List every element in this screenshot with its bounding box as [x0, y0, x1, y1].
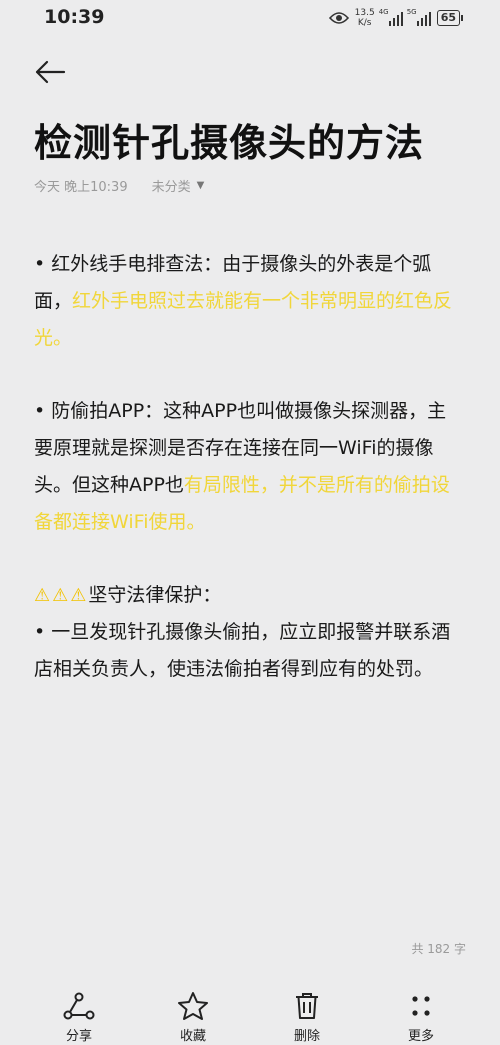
signal-4g-label: 4G [378, 8, 389, 16]
share-icon [63, 992, 95, 1020]
warning-icon: ⚠ [34, 585, 51, 606]
caret-down-icon: ▼ [196, 180, 205, 191]
warning-icon: ⚠ [70, 585, 87, 606]
law-heading: ⚠ ⚠ ⚠ 坚守法律保护： [34, 577, 462, 614]
star-icon [178, 992, 208, 1020]
network-speed-value: 13.5 [354, 8, 375, 18]
more-button[interactable]: 更多 [381, 991, 461, 1044]
back-button[interactable] [30, 54, 70, 90]
status-icons: 13.5 K/s 4G 5G 65 [328, 6, 464, 30]
note-date: 今天 晚上10:39 [34, 180, 128, 195]
signal-5g-label: 5G [406, 8, 417, 16]
favorite-button[interactable]: 收藏 [153, 991, 233, 1044]
network-speed: 13.5 K/s [355, 8, 375, 28]
word-count: 共 182 字 [411, 942, 466, 956]
paragraph-infrared: • 红外线手电排查法：由于摄像头的外表是个弧面，红外手电照过去就能有一个非常明显… [34, 246, 462, 357]
category-label: 未分类 [151, 180, 191, 195]
delete-button[interactable]: 删除 [267, 991, 347, 1044]
note-title[interactable]: 检测针孔摄像头的方法 [34, 112, 474, 167]
status-time: 10:39 [44, 6, 105, 28]
eye-icon [328, 12, 349, 24]
share-label: 分享 [65, 1029, 92, 1044]
paragraph-app: • 防偷拍APP：这种APP也叫做摄像头探测器，主要原理就是探测是否存在连接在同… [34, 393, 462, 541]
more-dots-icon [412, 996, 430, 1016]
paragraph-infrared-highlight: 红外手电照过去就能有一个非常明显的红色反光。 [34, 290, 453, 349]
signal-4g-icon: 4G [378, 8, 403, 26]
delete-label: 删除 [293, 1029, 320, 1044]
category-selector[interactable]: 未分类 ▼ [152, 176, 205, 195]
trash-icon [296, 993, 318, 1019]
paragraph-law: • 一旦发现针孔摄像头偷拍，应立即报警并联系酒店相关负责人，使违法偷拍者得到应有… [34, 621, 451, 680]
warning-icon: ⚠ [52, 585, 69, 606]
note-meta: 今天 晚上10:39 未分类 ▼ [34, 176, 204, 195]
back-arrow-icon [35, 60, 66, 84]
law-heading-text: 坚守法律保护： [88, 584, 222, 606]
status-bar: 10:39 13.5 K/s 4G 5G 65 [0, 0, 500, 36]
more-label: 更多 [407, 1029, 434, 1044]
battery-icon: 65 [436, 10, 464, 26]
share-button[interactable]: 分享 [39, 991, 119, 1044]
network-speed-unit: K/s [357, 18, 372, 28]
signal-5g-icon: 5G [406, 8, 431, 26]
favorite-label: 收藏 [179, 1029, 206, 1044]
note-content[interactable]: • 红外线手电排查法：由于摄像头的外表是个弧面，红外手电照过去就能有一个非常明显… [34, 246, 462, 688]
bottom-toolbar: 分享 收藏 删除 更多 [0, 985, 500, 1045]
